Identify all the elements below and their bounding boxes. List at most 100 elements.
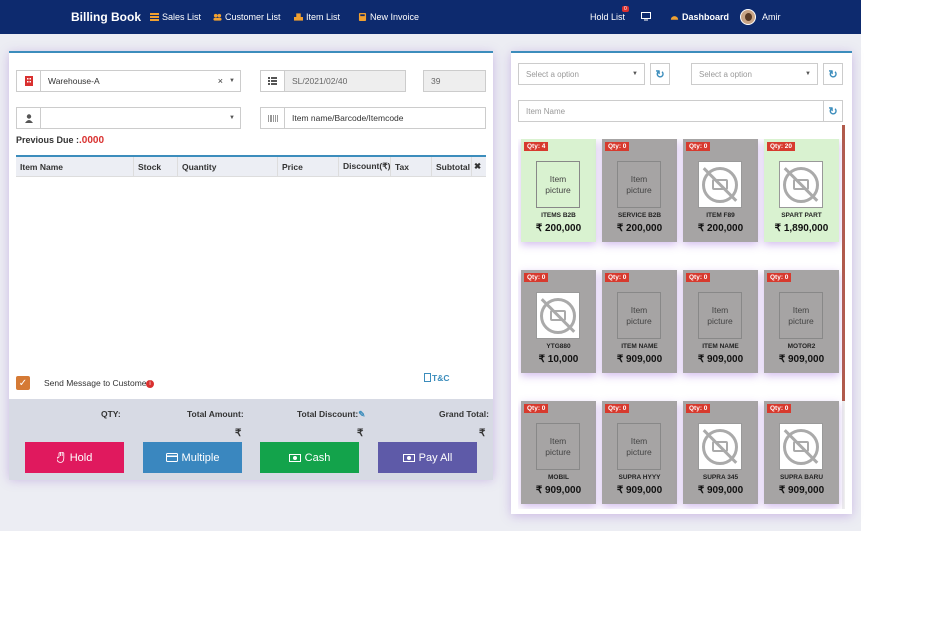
chevron-down-icon[interactable]: ▼ (229, 78, 235, 84)
item-card[interactable]: Qty: 0 Item picture MOBIL ₹ 909,000 (521, 401, 596, 504)
no-image-icon (779, 423, 823, 470)
monitor-icon (641, 12, 651, 21)
previous-due-label: Previous Due : (16, 135, 80, 145)
item-card[interactable]: Qty: 0 ITEM F89 ₹ 200,000 (683, 139, 758, 242)
item-grid: Qty: 4 Item picture ITEMS B2B ₹ 200,000 Qty:… (518, 139, 844, 509)
hold-button[interactable]: Hold (25, 442, 124, 473)
avatar[interactable] (740, 9, 756, 25)
cash-button[interactable]: Cash (260, 442, 359, 473)
remove-all-icon[interactable]: ✖ (472, 157, 486, 176)
previous-due-value: .0000 (79, 135, 105, 146)
tnc-link[interactable]: T&C (424, 373, 449, 383)
item-price: ₹ 909,000 (535, 485, 582, 496)
summary-bar: QTY: Total Amount: Total Discount:✎ Gran… (9, 399, 493, 480)
item-name: SERVICE B2B (617, 212, 662, 219)
brand-refresh-button[interactable]: ↻ (823, 63, 843, 85)
nav-item-list[interactable]: Item List (294, 12, 340, 22)
money-icon (402, 453, 415, 462)
clear-icon[interactable]: × (218, 76, 223, 86)
nav-customer-list-label: Customer List (225, 12, 281, 22)
item-search-input[interactable]: Item name/Barcode/Itemcode (285, 113, 485, 123)
item-name: SUPRA HYYY (618, 474, 661, 481)
item-card[interactable]: Qty: 20 SPART PART ₹ 1,890,000 (764, 139, 839, 242)
no-image-icon (698, 161, 742, 208)
col-tax: Tax (391, 157, 432, 176)
send-message-checkbox[interactable]: ✓ (16, 376, 30, 390)
customer-select[interactable]: ▼ (16, 107, 241, 129)
nav-dashboard[interactable]: Dashboard (670, 12, 729, 22)
multiple-button-label: Multiple (181, 451, 220, 464)
item-name: SUPRA 345 (702, 474, 739, 481)
camera-icon (712, 179, 728, 190)
chevron-down-icon: ▼ (805, 71, 811, 77)
category-refresh-button[interactable]: ↻ (650, 63, 670, 85)
item-name: ITEMS B2B (541, 212, 576, 219)
item-card[interactable]: Qty: 0 Item picture MOTOR2 ₹ 909,000 (764, 270, 839, 373)
qty-badge: Qty: 0 (686, 142, 711, 151)
item-price: ₹ 10,000 (538, 354, 579, 365)
item-card[interactable]: Qty: 0 Item picture SUPRA HYYY ₹ 909,000 (602, 401, 677, 504)
nav-sales-list[interactable]: Sales List (150, 12, 201, 22)
multiple-payment-button[interactable]: Multiple (143, 442, 242, 473)
camera-icon (712, 441, 728, 452)
col-stock: Stock (134, 157, 178, 176)
money-icon (288, 453, 301, 462)
total-amount-label: Total Amount: (187, 409, 244, 419)
dashboard-icon (670, 16, 679, 20)
total-discount-label: Total Discount:✎ (297, 409, 365, 420)
app-root: Billing Book Sales List Customer List It… (0, 0, 861, 531)
tnc-label: T&C (432, 373, 450, 383)
nav-monitor[interactable] (641, 12, 651, 21)
item-card[interactable]: Qty: 0 YTG880 ₹ 10,000 (521, 270, 596, 373)
item-name: ITEM NAME (702, 343, 739, 350)
col-price: Price (278, 157, 339, 176)
item-price: ₹ 909,000 (697, 354, 744, 365)
item-name-refresh-button[interactable]: ↻ (823, 100, 843, 122)
hold-count-badge: 0 (622, 6, 629, 12)
item-picture-alt: Item picture (626, 173, 652, 195)
item-price: ₹ 200,000 (535, 223, 582, 234)
nav-user[interactable]: Amir (762, 12, 781, 22)
item-card[interactable]: Qty: 4 Item picture ITEMS B2B ₹ 200,000 (521, 139, 596, 242)
item-card[interactable]: Qty: 0 Item picture ITEM NAME ₹ 909,000 (602, 270, 677, 373)
pay-all-button[interactable]: Pay All (378, 442, 477, 473)
item-card[interactable]: Qty: 0 SUPRA 345 ₹ 909,000 (683, 401, 758, 504)
grand-total-label: Grand Total: (439, 409, 489, 419)
nav-new-invoice[interactable]: New Invoice (358, 12, 419, 22)
item-name: YTG880 (546, 343, 571, 350)
item-name: MOBIL (548, 474, 569, 481)
category-select[interactable]: Select a option ▼ (518, 63, 645, 85)
invoice-panel: Warehouse-A × ▼ SL/2021/02/40 39 ▼ Item … (9, 51, 493, 480)
brand-select-placeholder: Select a option (699, 69, 752, 79)
item-price: ₹ 1,890,000 (774, 223, 829, 234)
qty-badge: Qty: 20 (767, 142, 796, 151)
calculator-icon (358, 13, 367, 21)
nav-customer-list[interactable]: Customer List (213, 12, 281, 22)
col-subtotal: Subtotal (432, 157, 472, 176)
nav-hold-list[interactable]: Hold List 0 (590, 6, 629, 22)
no-image-icon (536, 292, 580, 339)
grand-total-value: ₹ (479, 428, 486, 439)
item-card[interactable]: Qty: 0 SUPRA BARU ₹ 909,000 (764, 401, 839, 504)
item-price: ₹ 909,000 (778, 485, 825, 496)
document-icon (424, 373, 431, 382)
brand-select[interactable]: Select a option ▼ (691, 63, 818, 85)
item-name: SUPRA BARU (779, 474, 824, 481)
item-card[interactable]: Qty: 0 Item picture ITEM NAME ₹ 909,000 (683, 270, 758, 373)
building-icon (17, 71, 41, 91)
qty-badge: Qty: 0 (605, 404, 630, 413)
item-picture-placeholder: Item picture (617, 423, 661, 470)
item-search-field[interactable]: Item name/Barcode/Itemcode (260, 107, 486, 129)
item-name: SPART PART (781, 212, 822, 219)
item-card[interactable]: Qty: 0 Item picture SERVICE B2B ₹ 200,000 (602, 139, 677, 242)
chevron-down-icon[interactable]: ▼ (229, 115, 235, 121)
warehouse-select[interactable]: Warehouse-A × ▼ (16, 70, 241, 92)
edit-icon[interactable]: ✎ (358, 409, 365, 419)
user-icon (17, 108, 41, 128)
item-name-search-input[interactable]: Item Name (518, 100, 824, 122)
cash-button-label: Cash (304, 451, 331, 464)
item-picture-alt: Item picture (707, 304, 733, 326)
refresh-icon: ↻ (828, 68, 838, 81)
brand-logo[interactable]: Billing Book (71, 10, 141, 24)
nav-dashboard-label: Dashboard (682, 12, 730, 22)
